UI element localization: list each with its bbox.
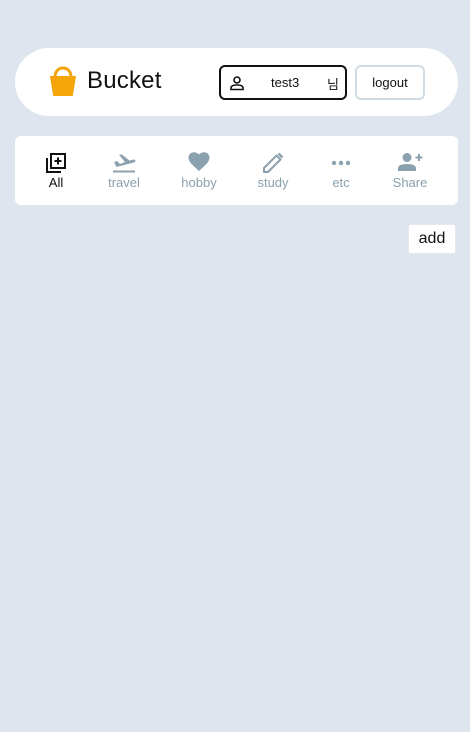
bucket-icon xyxy=(50,66,76,96)
more-horiz-icon xyxy=(331,160,351,166)
user-name: test3 xyxy=(271,75,300,90)
tab-hobby-label: hobby xyxy=(181,175,217,190)
pencil-icon xyxy=(263,152,284,173)
tab-all[interactable]: All xyxy=(29,136,83,205)
tab-all-label: All xyxy=(48,175,64,190)
user-icon xyxy=(230,76,244,91)
tab-share-label: Share xyxy=(392,175,428,190)
user-badge: test3 님 xyxy=(219,65,347,100)
flight-takeoff-icon xyxy=(113,154,136,173)
tab-share[interactable]: Share xyxy=(383,136,437,205)
heart-icon xyxy=(188,152,210,171)
library-add-icon xyxy=(46,153,66,173)
category-nav: All travel hobby study etc Share xyxy=(15,136,458,205)
person-add-icon xyxy=(398,153,423,171)
tab-study-label: study xyxy=(257,175,289,190)
tab-etc[interactable]: etc xyxy=(317,136,365,205)
tab-travel[interactable]: travel xyxy=(97,136,151,205)
app-title: Bucket xyxy=(87,67,162,94)
add-button[interactable]: add xyxy=(408,224,456,254)
user-honorific: 님 xyxy=(327,77,339,92)
logout-button[interactable]: logout xyxy=(355,65,425,100)
app-header: Bucket test3 님 logout xyxy=(15,48,458,116)
tab-study[interactable]: study xyxy=(245,136,301,205)
tab-hobby[interactable]: hobby xyxy=(171,136,227,205)
tab-travel-label: travel xyxy=(108,175,140,190)
tab-etc-label: etc xyxy=(332,175,350,190)
